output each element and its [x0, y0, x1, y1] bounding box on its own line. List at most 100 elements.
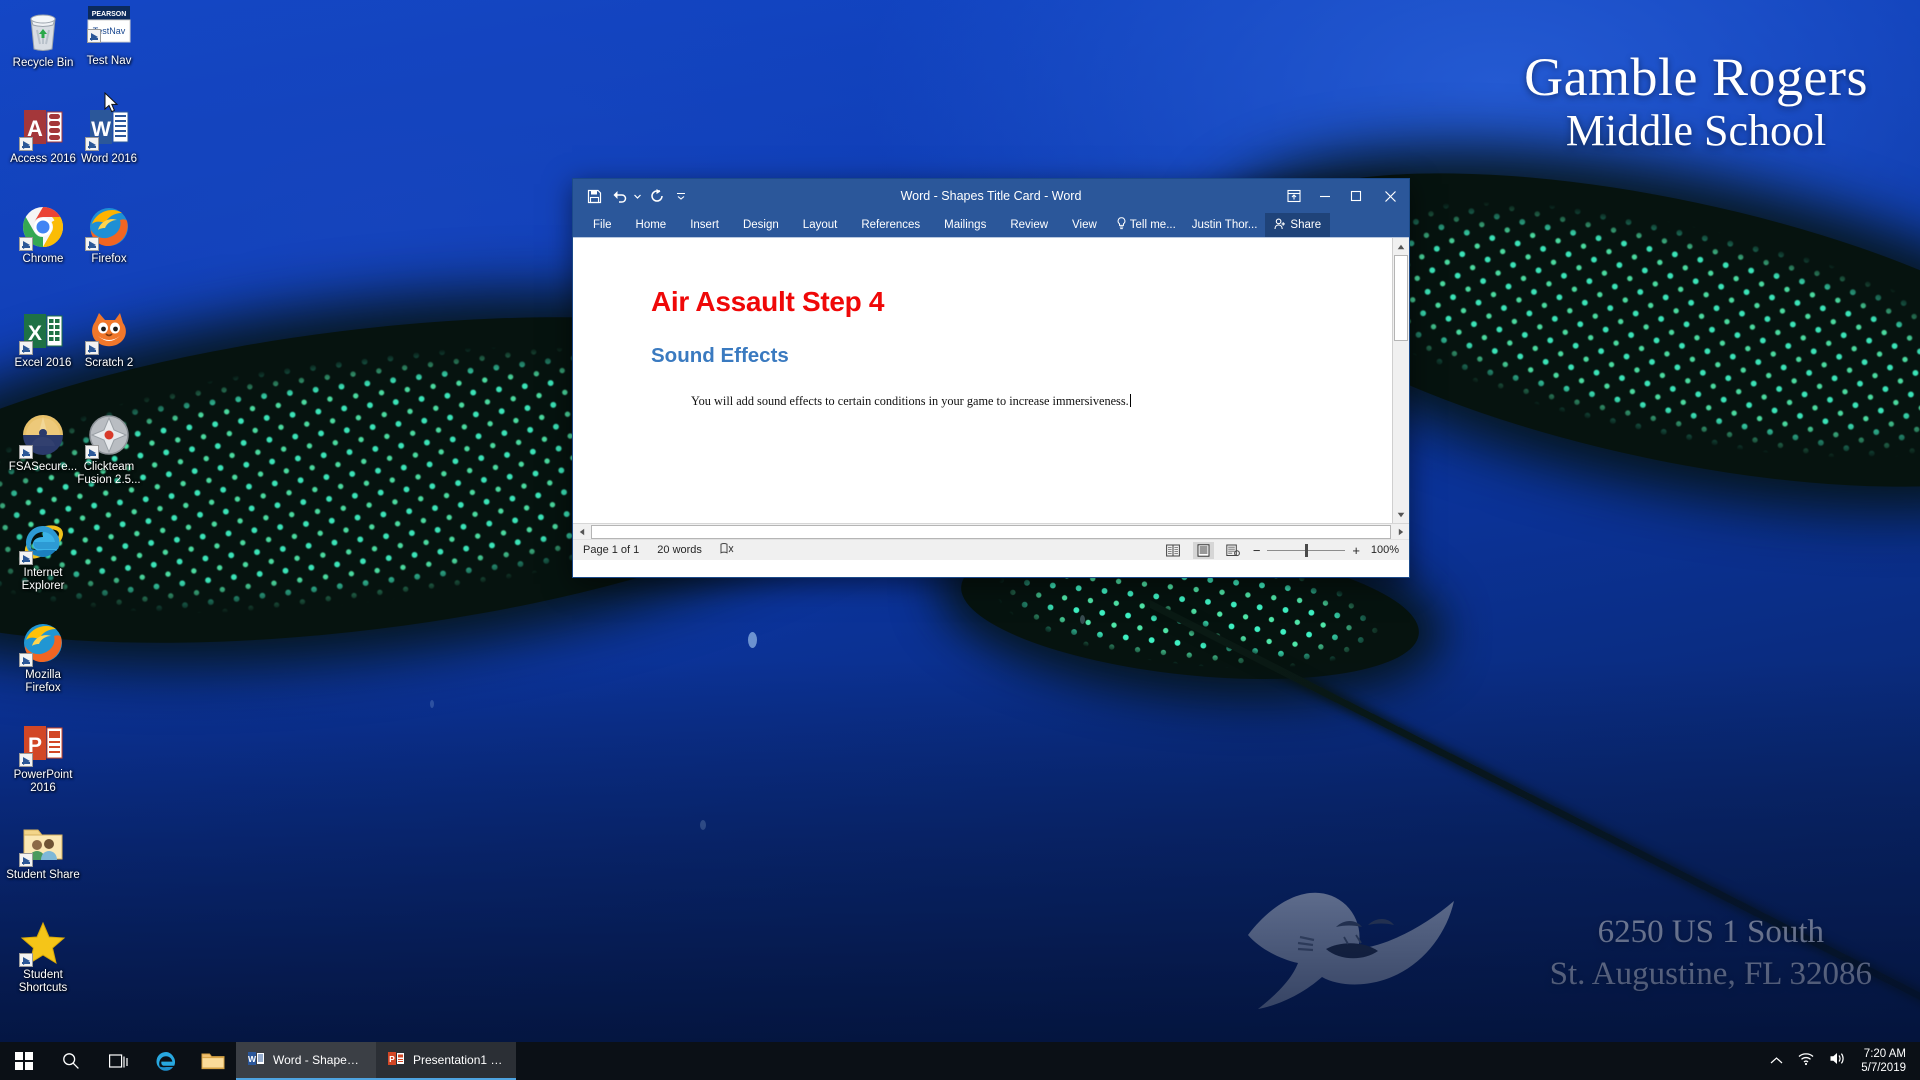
water-speck [700, 820, 706, 830]
clock[interactable]: 7:20 AM 5/7/2019 [1861, 1047, 1906, 1075]
desktop-icon-clickteam-fusion[interactable]: Clickteam Fusion 2.5... [72, 412, 146, 487]
close-button[interactable] [1371, 179, 1409, 213]
scroll-right-icon[interactable] [1392, 524, 1409, 540]
restore-button[interactable] [1340, 179, 1371, 213]
ribbon-display-options-icon[interactable] [1278, 179, 1309, 213]
save-icon[interactable] [581, 184, 607, 208]
quick-access-toolbar[interactable] [573, 184, 690, 208]
desktop-icon-excel-2016[interactable]: X Excel 2016 [6, 308, 80, 370]
desktop-icon-powerpoint-2016[interactable]: P PowerPoint 2016 [6, 720, 80, 795]
start-button[interactable] [0, 1042, 47, 1080]
ribbon-tab-review[interactable]: Review [998, 213, 1060, 237]
desktop-icon-test-nav[interactable]: PEARSON TestNav Test Nav [72, 4, 146, 68]
vertical-scroll-track[interactable] [1393, 255, 1409, 506]
recycle-bin-icon [20, 8, 66, 54]
word-count[interactable]: 20 words [657, 544, 702, 556]
task-view-icon[interactable] [95, 1042, 142, 1080]
file-explorer-taskbar-icon[interactable] [189, 1042, 236, 1080]
spelling-and-grammar-check-icon[interactable] [720, 542, 734, 558]
vertical-scroll-thumb[interactable] [1394, 255, 1408, 341]
desktop-icon-student-shortcuts[interactable]: Student Shortcuts [6, 920, 80, 995]
clickteam-fusion-icon [85, 412, 132, 459]
tell-me-label: Tell me... [1129, 219, 1176, 231]
tell-me-box[interactable]: Tell me... [1109, 217, 1184, 233]
taskbar-item-powerpoint-label: Presentation1 - Po... [413, 1053, 504, 1067]
water-speck [748, 632, 757, 648]
taskbar-item-word[interactable]: W Word - Shapes Title... [236, 1042, 376, 1080]
zoom-slider-handle[interactable] [1305, 543, 1309, 557]
document-title-text: Air Assault Step 4 [651, 286, 885, 317]
desktop-icon-recycle-bin[interactable]: Recycle Bin [6, 8, 80, 70]
wifi-icon[interactable] [1797, 1051, 1815, 1071]
zoom-out-button[interactable]: − [1253, 543, 1261, 558]
minimize-button[interactable] [1309, 179, 1340, 213]
wallpaper-address-line1: 6250 US 1 South [1597, 914, 1825, 950]
ribbon-tab-mailings[interactable]: Mailings [932, 213, 998, 237]
horizontal-scrollbar[interactable] [573, 523, 1409, 539]
read-mode-view-button[interactable] [1163, 542, 1184, 559]
mozilla-firefox-icon [19, 620, 66, 667]
window-controls[interactable] [1278, 179, 1409, 213]
ribbon-tab-view[interactable]: View [1060, 213, 1109, 237]
horizontal-scroll-track[interactable] [591, 524, 1391, 539]
system-tray[interactable]: 7:20 AM 5/7/2019 [1770, 1047, 1920, 1075]
desktop-icon-label: Student Shortcuts [18, 969, 68, 994]
desktop-icon-chrome[interactable]: Chrome [6, 204, 80, 266]
document-area[interactable]: Air Assault Step 4 Sound Effects You wil… [573, 237, 1409, 523]
speaker-icon[interactable] [1829, 1051, 1847, 1071]
share-button[interactable]: Share [1265, 213, 1331, 237]
word-taskbar-icon: W [248, 1050, 265, 1070]
scroll-up-icon[interactable] [1393, 238, 1409, 255]
print-layout-view-button[interactable] [1192, 541, 1214, 559]
customize-quick-access-icon[interactable] [672, 184, 690, 208]
ribbon-tab-home[interactable]: Home [624, 213, 679, 237]
ribbon-tab-strip[interactable]: File Home Insert Design Layout Reference… [573, 213, 1409, 237]
scroll-left-icon[interactable] [573, 524, 590, 540]
web-layout-view-button[interactable] [1223, 542, 1244, 559]
desktop-icon-scratch-2[interactable]: Scratch 2 [72, 308, 146, 370]
vertical-scrollbar[interactable] [1392, 238, 1409, 523]
status-bar[interactable]: Page 1 of 1 20 words − + 100% [573, 539, 1409, 560]
windows-taskbar[interactable]: W Word - Shapes Title... P Presentation1… [0, 1042, 1920, 1080]
powerpoint-taskbar-icon: P [388, 1050, 405, 1070]
excel-icon: X [19, 308, 66, 355]
redo-icon[interactable] [644, 184, 670, 208]
desktop-icon-label: PowerPoint 2016 [13, 769, 73, 794]
search-icon[interactable] [47, 1042, 95, 1080]
ribbon-tab-design[interactable]: Design [731, 213, 791, 237]
page-indicator[interactable]: Page 1 of 1 [583, 544, 639, 556]
firefox-icon [85, 204, 132, 251]
desktop-icon-label: Internet Explorer [21, 567, 65, 592]
zoom-level[interactable]: 100% [1369, 544, 1399, 556]
desktop-icon-label: FSASecure... [8, 461, 78, 473]
ribbon-tab-layout[interactable]: Layout [791, 213, 850, 237]
document-page[interactable]: Air Assault Step 4 Sound Effects You wil… [573, 238, 1392, 523]
undo-icon[interactable] [609, 184, 631, 208]
document-paragraph: You will add sound effects to certain co… [691, 394, 1392, 409]
desktop-icon-label: Test Nav [86, 55, 132, 67]
desktop-icon-firefox[interactable]: Firefox [72, 204, 146, 266]
desktop-icon-internet-explorer[interactable]: Internet Explorer [6, 518, 80, 593]
internet-explorer-taskbar-icon[interactable] [142, 1042, 189, 1080]
desktop-icon-student-share[interactable]: Student Share [6, 820, 80, 882]
ribbon-tab-insert[interactable]: Insert [678, 213, 731, 237]
student-share-folder-icon [19, 820, 66, 867]
desktop-icon-mozilla-firefox[interactable]: Mozilla Firefox [6, 620, 80, 695]
desktop-icon-label: Excel 2016 [14, 357, 72, 369]
zoom-in-button[interactable]: + [1352, 543, 1360, 558]
word-title-bar[interactable]: Word - Shapes Title Card - Word [573, 179, 1409, 213]
scroll-down-icon[interactable] [1393, 506, 1409, 523]
show-hidden-icons-chevron-icon[interactable] [1770, 1052, 1783, 1070]
document-paragraph-text: You will add sound effects to certain co… [691, 394, 1129, 408]
star-icon [19, 920, 66, 967]
desktop-icon-access-2016[interactable]: A Access 2016 [6, 104, 80, 166]
zoom-slider[interactable]: − + [1253, 543, 1360, 558]
zoom-slider-track[interactable] [1267, 543, 1346, 557]
word-application-window[interactable]: Word - Shapes Title Card - Word File Hom… [572, 178, 1410, 578]
desktop-icon-fsa-secure[interactable]: FSASecure... [6, 412, 80, 474]
taskbar-item-powerpoint[interactable]: P Presentation1 - Po... [376, 1042, 516, 1080]
undo-dropdown-icon[interactable] [633, 184, 642, 208]
ribbon-tab-file[interactable]: File [581, 213, 624, 237]
ribbon-tab-references[interactable]: References [849, 213, 932, 237]
account-name[interactable]: Justin Thor... [1184, 219, 1266, 231]
